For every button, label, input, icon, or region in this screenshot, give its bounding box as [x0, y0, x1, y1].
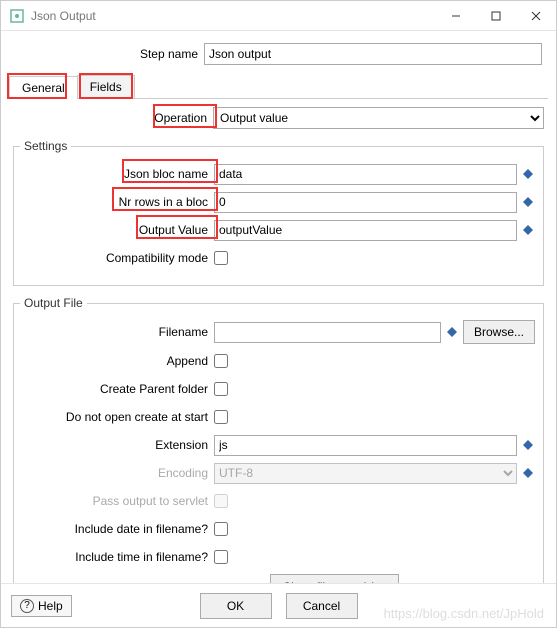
output-file-group: Output File Filename Browse... Append Cr…	[13, 296, 544, 583]
compat-mode-checkbox[interactable]	[214, 251, 228, 265]
ok-button[interactable]: OK	[200, 593, 272, 619]
no-open-create-label: Do not open create at start	[14, 410, 214, 424]
help-button[interactable]: ? Help	[11, 595, 72, 617]
var-icon[interactable]	[521, 167, 535, 181]
step-name-input[interactable]	[204, 43, 542, 65]
maximize-button[interactable]	[476, 1, 516, 31]
var-icon[interactable]	[521, 438, 535, 452]
include-date-checkbox[interactable]	[214, 522, 228, 536]
nr-rows-label: Nr rows in a bloc	[14, 195, 214, 209]
help-icon: ?	[20, 599, 34, 613]
title-bar: Json Output	[1, 1, 556, 31]
append-label: Append	[14, 354, 214, 368]
create-parent-label: Create Parent folder	[14, 382, 214, 396]
nr-rows-input[interactable]	[214, 192, 517, 213]
filename-label: Filename	[14, 325, 214, 339]
encoding-label: Encoding	[14, 466, 214, 480]
pass-servlet-checkbox	[214, 494, 228, 508]
watermark-text: https://blog.csdn.net/JpHold	[384, 606, 544, 621]
output-value-input[interactable]	[214, 220, 517, 241]
help-label: Help	[38, 599, 63, 613]
bloc-name-label: Json bloc name	[14, 167, 214, 181]
filename-input[interactable]	[214, 322, 441, 343]
var-icon[interactable]	[521, 223, 535, 237]
minimize-button[interactable]	[436, 1, 476, 31]
tab-general[interactable]: General	[9, 76, 78, 99]
pass-servlet-label: Pass output to servlet	[14, 494, 214, 508]
bloc-name-input[interactable]	[214, 164, 517, 185]
close-button[interactable]	[516, 1, 556, 31]
cancel-button[interactable]: Cancel	[286, 593, 358, 619]
var-icon[interactable]	[521, 195, 535, 209]
no-open-create-checkbox[interactable]	[214, 410, 228, 424]
operation-label: Operation	[13, 111, 213, 125]
operation-select[interactable]: Output value	[213, 107, 544, 129]
var-icon[interactable]	[521, 466, 535, 480]
window-title: Json Output	[31, 9, 436, 23]
output-value-label: Output Value	[14, 223, 214, 237]
extension-input[interactable]	[214, 435, 517, 456]
include-time-checkbox[interactable]	[214, 550, 228, 564]
tab-panel-general: Operation Output value Settings Json blo…	[9, 99, 548, 583]
footer-bar: ? Help OK Cancel https://blog.csdn.net/J…	[1, 583, 556, 627]
tab-bar: General Fields	[9, 75, 548, 99]
append-checkbox[interactable]	[214, 354, 228, 368]
show-filenames-button[interactable]: Show filename(s)...	[270, 574, 399, 583]
extension-label: Extension	[14, 438, 214, 452]
output-file-legend: Output File	[20, 296, 87, 310]
include-date-label: Include date in filename?	[14, 522, 214, 536]
encoding-select: UTF-8	[214, 463, 517, 484]
browse-button[interactable]: Browse...	[463, 320, 535, 344]
step-name-label: Step name	[9, 47, 204, 61]
settings-legend: Settings	[20, 139, 71, 153]
var-icon[interactable]	[445, 325, 459, 339]
include-time-label: Include time in filename?	[14, 550, 214, 564]
create-parent-checkbox[interactable]	[214, 382, 228, 396]
compat-mode-label: Compatibility mode	[14, 251, 214, 265]
tab-fields[interactable]: Fields	[77, 75, 135, 98]
settings-group: Settings Json bloc name Nr rows in a blo…	[13, 139, 544, 286]
app-icon	[9, 8, 25, 24]
content-area: Step name General Fields Operation Outpu…	[1, 31, 556, 583]
